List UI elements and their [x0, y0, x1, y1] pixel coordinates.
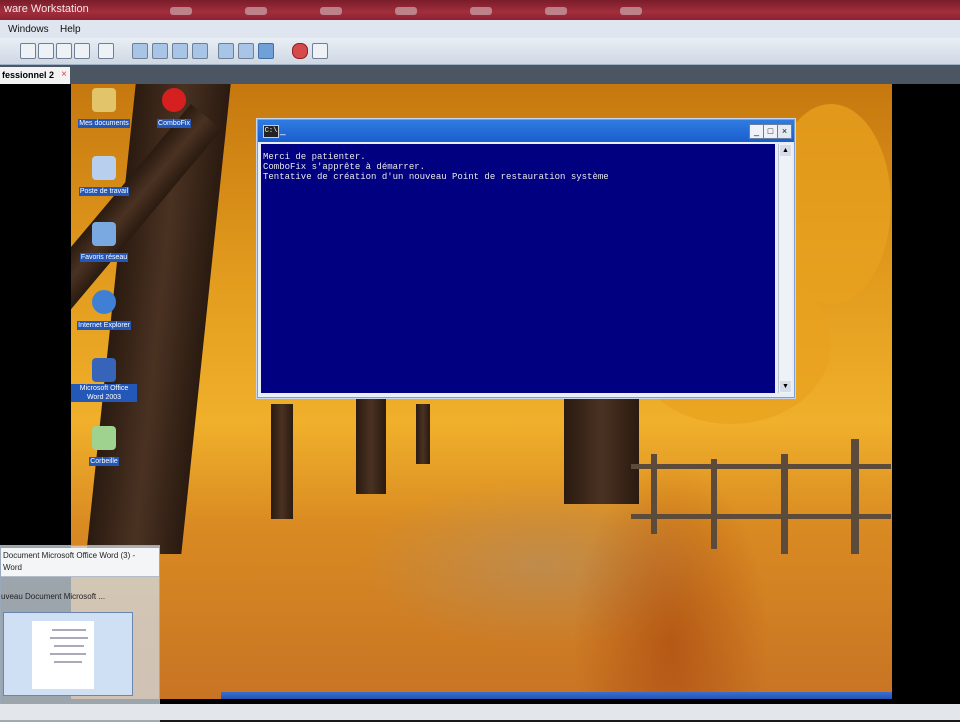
menu-help[interactable]: Help: [60, 24, 81, 35]
desktop-icon-label: Mes documents: [78, 119, 130, 128]
wallpaper-fence-post: [711, 459, 717, 549]
menu-bar: Windows Help: [0, 20, 960, 39]
close-icon[interactable]: ×: [61, 69, 67, 80]
view-unity-icon[interactable]: [218, 43, 234, 59]
wallpaper-tree-trunk: [416, 404, 430, 464]
taskbar-glimpse-icon: [545, 7, 567, 15]
combofix-icon: [162, 88, 186, 112]
taskbar-thumbnail-popup[interactable]: Document Microsoft Office Word (3) - Wor…: [0, 545, 160, 722]
host-title-bar: ware Workstation: [0, 0, 960, 20]
vm-tab-label: fessionnel 2: [2, 70, 55, 80]
view-console-icon[interactable]: [152, 43, 168, 59]
close-button[interactable]: ×: [777, 124, 792, 139]
wallpaper-fence-post: [781, 454, 788, 554]
toolbar: [0, 38, 960, 65]
desktop-icon-label: Corbeille: [89, 457, 119, 466]
desktop-icon-my-documents[interactable]: Mes documents: [71, 88, 139, 130]
thumbnail-item-title[interactable]: uveau Document Microsoft ...: [1, 592, 105, 601]
taskbar-glimpse-icon: [320, 7, 342, 15]
cmd-title-bar[interactable]: C:\ _ _ □ ×: [258, 120, 794, 142]
console-line: Merci de patienter.: [263, 152, 366, 162]
desktop-icon-internet-explorer[interactable]: Internet Explorer: [71, 290, 139, 332]
view-active-icon[interactable]: [258, 43, 274, 59]
preview-line: [54, 661, 82, 663]
preview-line: [52, 629, 86, 631]
vm-tab-strip: fessionnel 2 ×: [0, 65, 960, 84]
host-window-title: ware Workstation: [4, 3, 89, 15]
record-icon[interactable]: [292, 43, 308, 59]
desktop-icon-label: Favoris réseau: [79, 253, 129, 262]
console-line: ComboFix s'apprête à démarrer.: [263, 162, 426, 172]
replay-icon[interactable]: [312, 43, 328, 59]
desktop-icon-recycle-bin[interactable]: Corbeille: [71, 426, 139, 468]
thumbnail-item[interactable]: Document Microsoft Office Word (3) - Wor…: [1, 548, 159, 577]
taskbar-glimpse-icon: [245, 7, 267, 15]
desktop-icon-network-places[interactable]: Favoris réseau: [71, 222, 139, 264]
document-preview[interactable]: [3, 612, 133, 696]
taskbar-glimpse-icon: [470, 7, 492, 15]
thumbnail-item-title: Document Microsoft Office Word (3) -: [3, 551, 136, 560]
desktop-icon-word[interactable]: Microsoft Office Word 2003: [71, 358, 139, 404]
my-documents-icon: [92, 88, 116, 112]
wallpaper-tree-trunk: [271, 404, 293, 519]
console-icon: C:\: [263, 125, 279, 138]
cmd-window-title: _: [280, 125, 286, 136]
internet-explorer-icon: [92, 290, 116, 314]
wallpaper-tree-trunk: [564, 394, 639, 504]
taskbar-glimpse-icon: [395, 7, 417, 15]
preview-line: [50, 653, 86, 655]
wallpaper-fence-post: [651, 454, 657, 534]
desktop-icon-label: Poste de travail: [78, 187, 130, 196]
scroll-up-icon[interactable]: ▲: [780, 145, 791, 156]
recycle-bin-icon: [92, 426, 116, 450]
word-icon: [92, 358, 116, 382]
taskbar-glimpse-icon: [170, 7, 192, 15]
view-quick-switch-icon[interactable]: [192, 43, 208, 59]
desktop-icon-label: Microsoft Office Word 2003: [71, 384, 137, 402]
preview-line: [54, 645, 84, 647]
console-output[interactable]: Merci de patienter. ComboFix s'apprête à…: [261, 144, 775, 393]
desktop-icon-my-computer[interactable]: Poste de travail: [71, 156, 139, 198]
scroll-down-icon[interactable]: ▼: [780, 381, 791, 392]
console-line: Tentative de création d'un nouveau Point…: [263, 172, 609, 182]
view-normal-icon[interactable]: [132, 43, 148, 59]
cmd-window[interactable]: C:\ _ _ □ × Merci de patienter. ComboFix…: [257, 119, 795, 398]
view-summary-icon[interactable]: [238, 43, 254, 59]
maximize-button[interactable]: □: [763, 124, 778, 139]
snapshot-icon[interactable]: [20, 43, 36, 59]
vertical-scrollbar[interactable]: ▲ ▼: [778, 144, 792, 393]
taskbar-glimpse-icon: [620, 7, 642, 15]
manage-icon[interactable]: [56, 43, 72, 59]
preview-line: [50, 637, 88, 639]
wallpaper-fence-post: [851, 439, 859, 554]
view-fullscreen-icon[interactable]: [172, 43, 188, 59]
minimize-button[interactable]: _: [749, 124, 764, 139]
network-places-icon: [92, 222, 116, 246]
network-icon[interactable]: [98, 43, 114, 59]
desktop-icon-combofix[interactable]: ComboFix: [139, 88, 209, 130]
menu-windows[interactable]: Windows: [8, 24, 49, 35]
desktop-icon-label: Internet Explorer: [77, 321, 131, 330]
status-bar: [0, 704, 960, 720]
guest-taskbar[interactable]: [221, 692, 892, 699]
thumbnail-item-subtitle: Word: [3, 563, 22, 572]
wallpaper-tree-trunk: [356, 394, 386, 494]
desktop-icon-label: ComboFix: [157, 119, 191, 128]
document-page: [32, 621, 94, 689]
vm-tab[interactable]: fessionnel 2 ×: [0, 67, 70, 84]
revert-icon[interactable]: [38, 43, 54, 59]
my-computer-icon: [92, 156, 116, 180]
snapshot-manager-icon[interactable]: [74, 43, 90, 59]
